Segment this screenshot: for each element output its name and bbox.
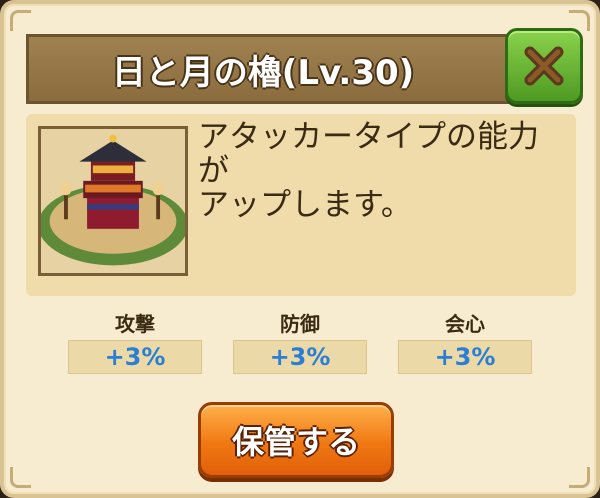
stat-value: +3% [398, 340, 532, 374]
close-button[interactable] [505, 28, 583, 104]
item-detail-dialog: 日と月の櫓(Lv.30) アタッカータイプの能力 が アップします。 攻撃 +3… [0, 0, 600, 498]
stat-value: +3% [233, 340, 367, 374]
info-panel: アタッカータイプの能力 が アップします。 [26, 114, 576, 296]
title-bar: 日と月の櫓(Lv.30) [26, 34, 540, 104]
tower-building-image [38, 126, 188, 276]
dialog-title: 日と月の櫓(Lv.30) [111, 52, 415, 93]
stat-attack: 攻撃 +3% [68, 308, 202, 378]
stat-label: 攻撃 [115, 312, 155, 336]
stat-label: 会心 [445, 312, 485, 336]
stat-label: 防御 [280, 312, 320, 336]
store-button-label: 保管する [231, 423, 360, 461]
corner-ornament [10, 467, 31, 488]
corner-ornament [10, 10, 31, 31]
store-button[interactable]: 保管する [198, 402, 394, 478]
item-description: アタッカータイプの能力 が アップします。 [198, 119, 539, 223]
close-x-icon [524, 46, 564, 86]
corner-ornament [569, 467, 590, 488]
stat-defense: 防御 +3% [233, 308, 367, 378]
stat-value: +3% [68, 340, 202, 374]
stat-critical: 会心 +3% [398, 308, 532, 378]
